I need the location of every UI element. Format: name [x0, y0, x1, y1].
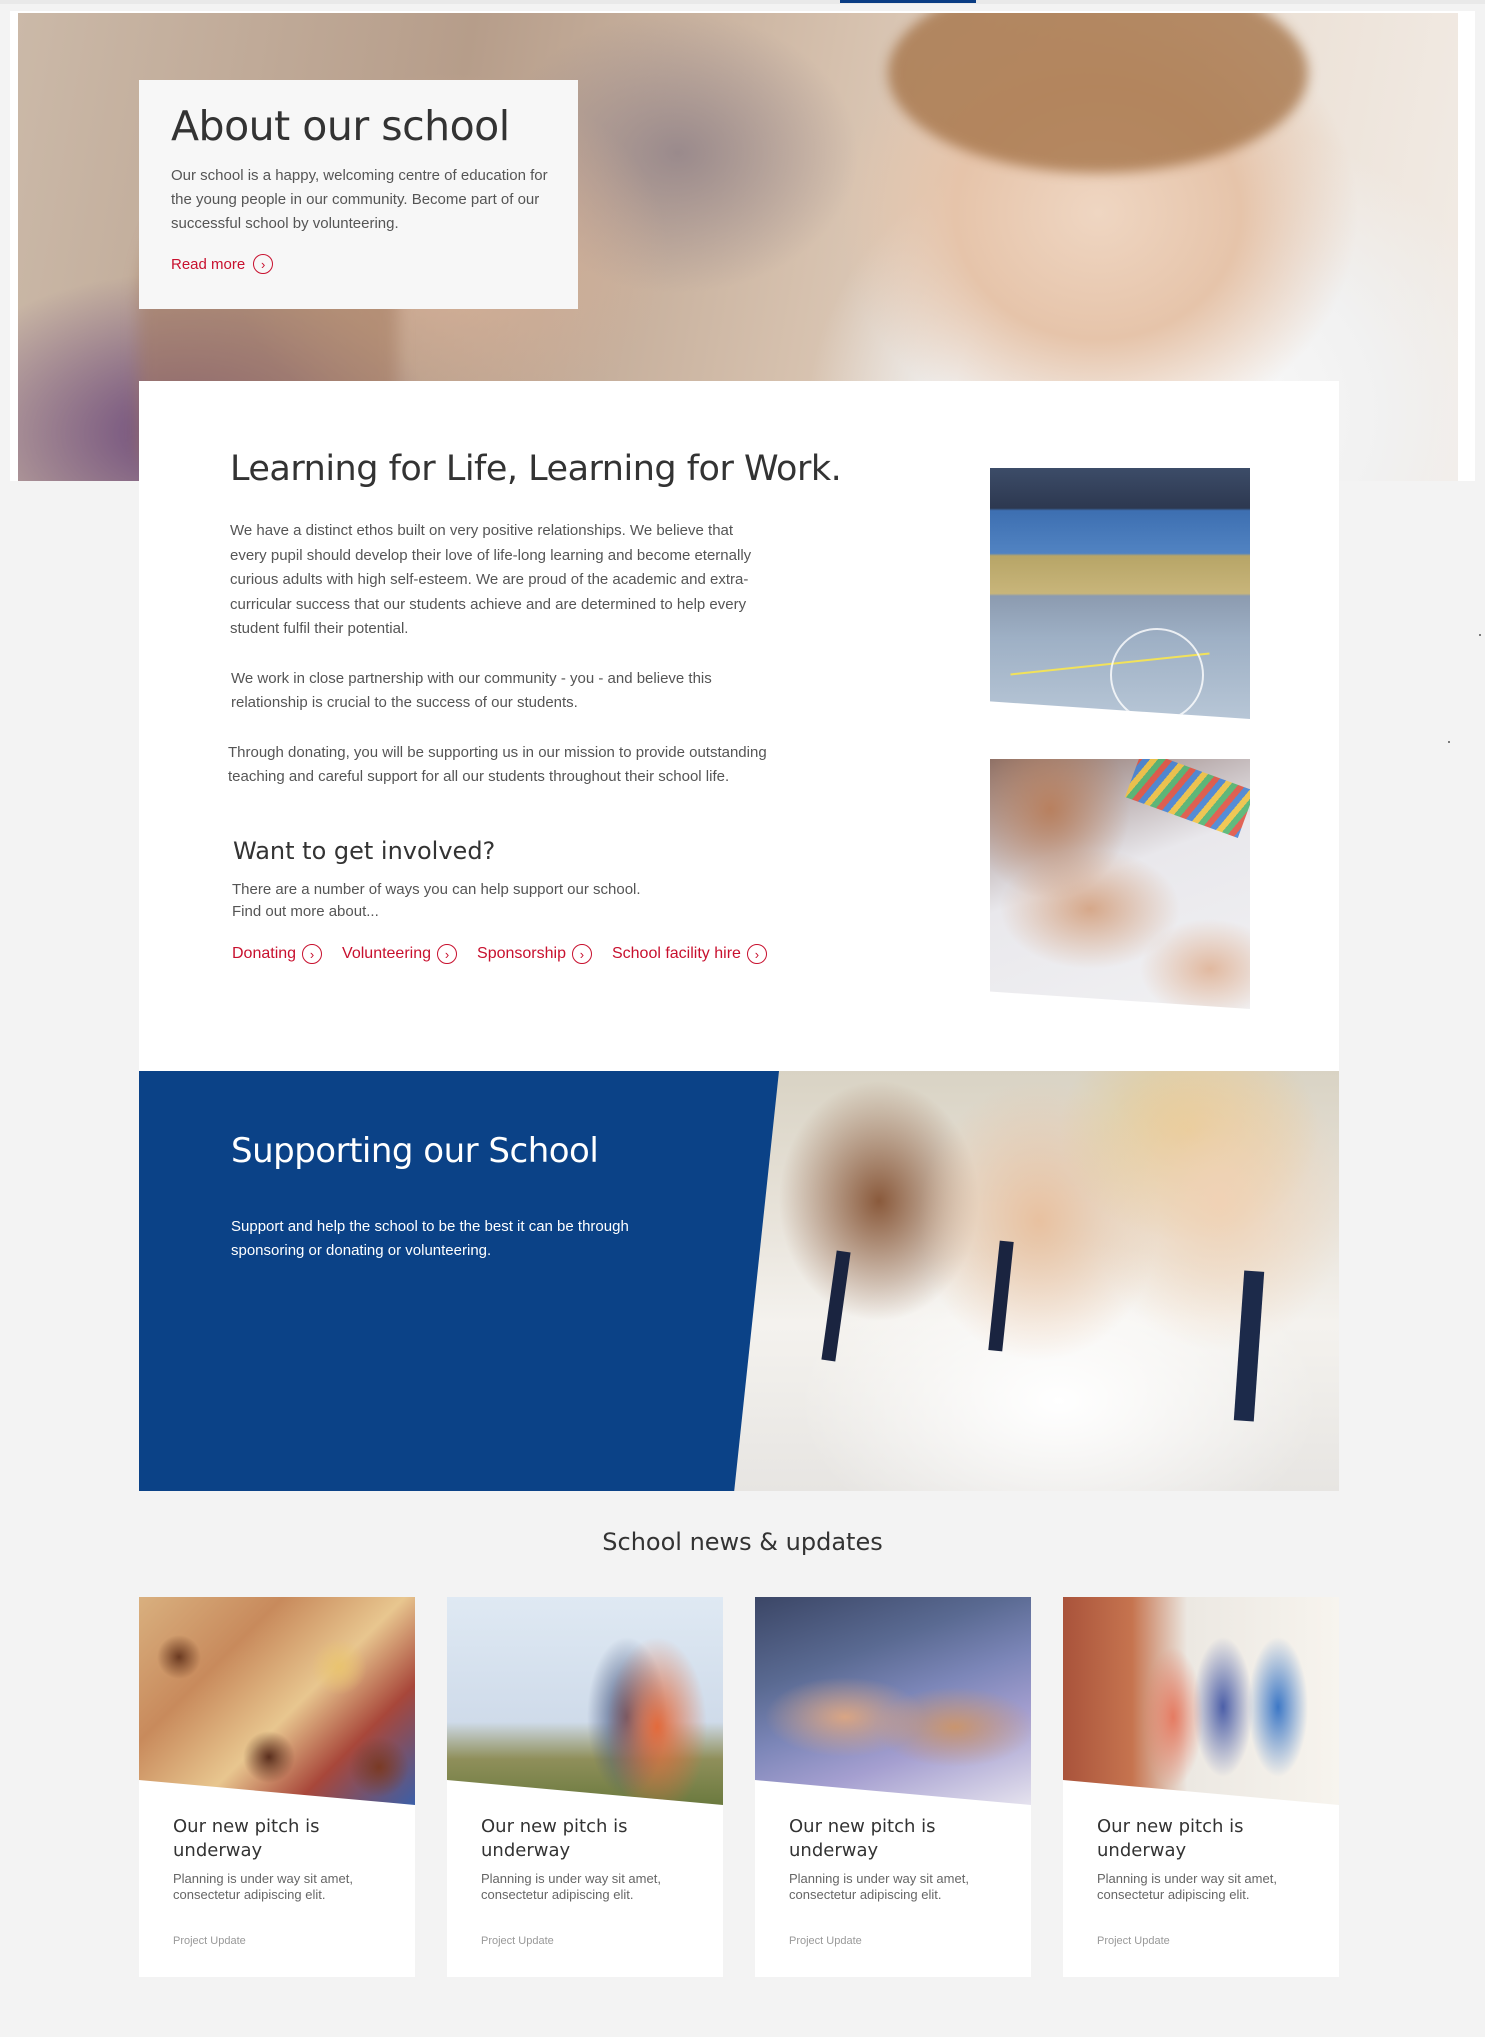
news-tag: Project Update [173, 1935, 246, 1947]
news-headline: Our new pitch is underway [481, 1816, 628, 1861]
learning-paragraph: Through donating, you will be supporting… [228, 744, 767, 785]
news-image-children-running [1063, 1597, 1339, 1805]
chevron-right-circle-icon: › [253, 254, 274, 274]
read-more-link[interactable]: Read more › [171, 254, 546, 274]
supporting-section: Supporting our School Support and help t… [139, 1071, 1339, 1491]
link-label: Volunteering [342, 945, 432, 962]
news-card[interactable]: Our new pitch is underway Planning is un… [755, 1597, 1031, 1977]
supporting-title: Supporting our School [231, 1131, 599, 1171]
learning-section: Learning for Life, Learning for Work. We… [139, 381, 1339, 1071]
about-title: About our school [171, 102, 510, 150]
news-grid: Our new pitch is underway Planning is un… [139, 1597, 1339, 1977]
news-description: Planning is under way sit amet, consecte… [789, 1871, 969, 1902]
sponsorship-link[interactable]: Sponsorship › [477, 944, 592, 964]
news-image-blueprints [755, 1597, 1031, 1805]
student-drawing-image [990, 759, 1250, 1009]
news-tag: Project Update [1097, 1935, 1170, 1947]
news-image-bake-sale [139, 1597, 415, 1805]
supporting-text: Support and help the school to be the be… [231, 1218, 629, 1259]
news-description: Planning is under way sit amet, consecte… [173, 1871, 353, 1902]
active-nav-indicator [840, 0, 976, 3]
page: About our school Our school is a happy, … [0, 0, 1485, 2037]
hero-photo-detail [888, 13, 1308, 173]
news-card[interactable]: Our new pitch is underway Planning is un… [1063, 1597, 1339, 1977]
learning-paragraph: We work in close partnership with our co… [231, 670, 712, 711]
chevron-right-circle-icon: › [302, 944, 323, 964]
involved-text-line: Find out more about... [232, 903, 379, 920]
learning-paragraph: We have a distinct ethos built on very p… [230, 522, 752, 637]
about-text: Our school is a happy, welcoming centre … [171, 167, 548, 232]
link-label: Sponsorship [477, 945, 566, 962]
link-label: School facility hire [611, 945, 741, 962]
news-tag: Project Update [481, 1935, 554, 1947]
sports-hall-image [990, 468, 1250, 719]
chevron-right-circle-icon: › [437, 944, 458, 964]
read-more-label: Read more [171, 255, 246, 273]
news-card[interactable]: Our new pitch is underway Planning is un… [139, 1597, 415, 1977]
news-headline: Our new pitch is underway [1097, 1816, 1244, 1861]
news-headline: Our new pitch is underway [173, 1816, 320, 1861]
chevron-right-circle-icon: › [746, 944, 767, 964]
news-image-surveyors [447, 1597, 723, 1805]
involved-links: Donating › Volunteering › Sponsorship › … [232, 944, 767, 964]
news-card[interactable]: Our new pitch is underway Planning is un… [447, 1597, 723, 1977]
chevron-right-circle-icon: › [571, 944, 592, 964]
photo-detail [988, 1240, 1014, 1352]
photo-detail [1233, 1270, 1265, 1422]
volunteering-link[interactable]: Volunteering › [342, 944, 458, 964]
link-label: Donating [232, 945, 297, 962]
news-title: School news & updates [602, 1528, 883, 1556]
learning-title: Learning for Life, Learning for Work. [230, 449, 842, 489]
involved-title: Want to get involved? [233, 837, 496, 865]
news-description: Planning is under way sit amet, consecte… [481, 1871, 661, 1902]
top-bar [0, 0, 1485, 4]
involved-text: There are a number of ways you can help … [232, 879, 712, 923]
donating-link[interactable]: Donating › [232, 944, 323, 964]
decorative-dot [1479, 634, 1481, 636]
news-description: Planning is under way sit amet, consecte… [1097, 1871, 1277, 1902]
decorative-dot [1448, 741, 1450, 743]
about-card: About our school Our school is a happy, … [139, 80, 578, 309]
photo-detail [821, 1250, 851, 1362]
news-tag: Project Update [789, 1935, 862, 1947]
news-headline: Our new pitch is underway [789, 1816, 936, 1861]
involved-text-line: There are a number of ways you can help … [232, 881, 641, 898]
school-facility-hire-link[interactable]: School facility hire › [612, 944, 767, 964]
